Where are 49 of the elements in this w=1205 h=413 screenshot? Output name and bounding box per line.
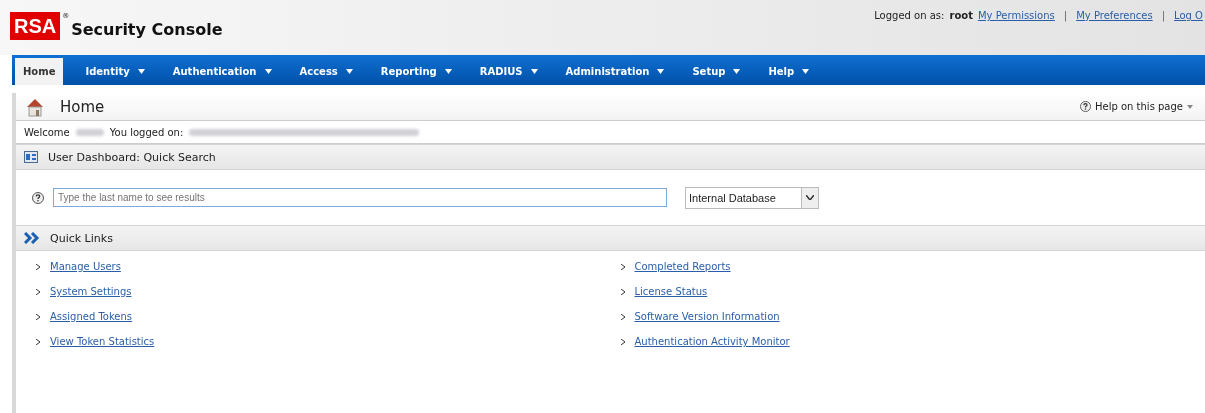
section-title: Quick Links [50,231,113,245]
welcome-text: Welcome [24,126,70,138]
separator: | [1063,10,1068,24]
nav-tab[interactable]: Administration [551,58,679,85]
header-link[interactable]: My Permissions [977,10,1055,55]
chevron-down-icon [806,195,814,200]
separator: | [1161,10,1166,24]
quick-link[interactable]: License Status [634,286,708,297]
nav-tab[interactable]: Access [285,58,367,85]
app-title: Security Console [71,20,223,39]
source-dropdown[interactable]: Internal Database [685,186,819,209]
help-link[interactable]: Help on this page [1080,101,1193,112]
page-title: Home [60,97,106,116]
nav-tab[interactable]: Setup [678,58,755,85]
nav-tab[interactable]: Reporting [366,58,466,85]
bullet-icon [620,263,625,270]
quick-link[interactable]: Assigned Tokens [50,311,133,322]
logged-on-text: You logged on: [109,126,184,138]
header-link[interactable]: Log O [1174,10,1203,55]
double-chevron-icon [24,232,40,244]
header-link[interactable]: My Preferences [1076,10,1153,55]
quick-link[interactable]: View Token Statistics [50,336,155,347]
nav-tab[interactable]: Home [15,58,64,85]
bullet-icon [620,313,625,320]
nav-tab[interactable]: Help [754,58,824,85]
quick-link[interactable]: Completed Reports [634,261,731,272]
help-icon [1080,101,1091,112]
bullet-icon [36,288,40,295]
bullet-icon [620,338,625,345]
nav-tab[interactable]: Identity [71,58,159,85]
caret-icon [1187,104,1193,109]
logged-on-label: Logged on as: [874,10,945,23]
bullet-icon [620,288,625,295]
bullet-icon [36,263,40,270]
nav-tab[interactable]: Authentication [158,58,286,85]
dashboard-icon [24,151,38,163]
search-field[interactable]: Type the last name to see results [53,188,667,207]
section-title: User Dashboard: Quick Search [48,150,216,164]
username: root [949,10,973,23]
redaction-blur [75,128,104,136]
bullet-icon [36,313,40,320]
quick-link[interactable]: Authentication Activity Monitor [634,336,790,347]
quick-link[interactable]: Software Version Information [634,311,780,322]
quick-link[interactable]: System Settings [50,286,132,297]
bullet-icon [36,338,40,345]
help-icon[interactable] [32,191,44,204]
logo: RSA [10,12,61,40]
quick-link[interactable]: Manage Users [50,261,121,272]
nav-tab[interactable]: RADIUS [465,58,552,85]
